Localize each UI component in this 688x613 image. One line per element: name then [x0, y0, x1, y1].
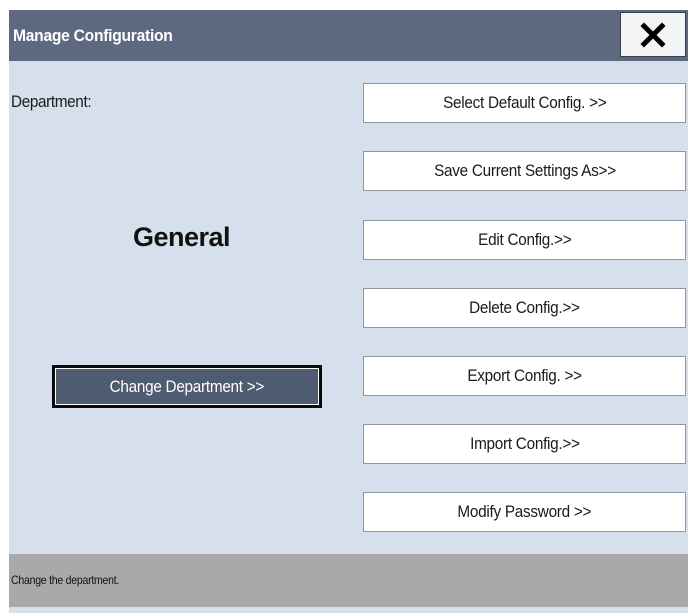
select-default-config-label: Select Default Config. >>: [442, 93, 607, 112]
department-label: Department:: [11, 92, 92, 111]
window-title: Manage Configuration: [13, 26, 173, 45]
save-current-settings-button[interactable]: Save Current Settings As>>: [363, 151, 686, 191]
status-bar: Change the department.: [9, 554, 688, 607]
title-bar: Manage Configuration: [9, 10, 688, 61]
close-icon: [640, 21, 666, 48]
import-config-button[interactable]: Import Config.>>: [363, 424, 686, 464]
edit-config-button[interactable]: Edit Config.>>: [363, 220, 686, 260]
edit-config-label: Edit Config.>>: [477, 230, 572, 249]
import-config-label: Import Config.>>: [469, 434, 580, 453]
change-department-button[interactable]: Change Department >>: [52, 365, 322, 408]
department-value: General: [132, 222, 231, 252]
delete-config-button[interactable]: Delete Config.>>: [363, 288, 686, 328]
select-default-config-button[interactable]: Select Default Config. >>: [363, 83, 686, 123]
manage-configuration-dialog: Manage Configuration Department: General…: [9, 10, 688, 613]
delete-config-label: Delete Config.>>: [469, 298, 580, 317]
status-text: Change the department.: [11, 573, 120, 587]
modify-password-button[interactable]: Modify Password >>: [363, 492, 686, 532]
export-config-button[interactable]: Export Config. >>: [363, 356, 686, 396]
save-current-settings-label: Save Current Settings As>>: [433, 161, 616, 180]
export-config-label: Export Config. >>: [467, 366, 582, 385]
change-department-label: Change Department >>: [109, 376, 265, 396]
modify-password-label: Modify Password >>: [457, 502, 592, 521]
close-button[interactable]: [620, 12, 686, 57]
